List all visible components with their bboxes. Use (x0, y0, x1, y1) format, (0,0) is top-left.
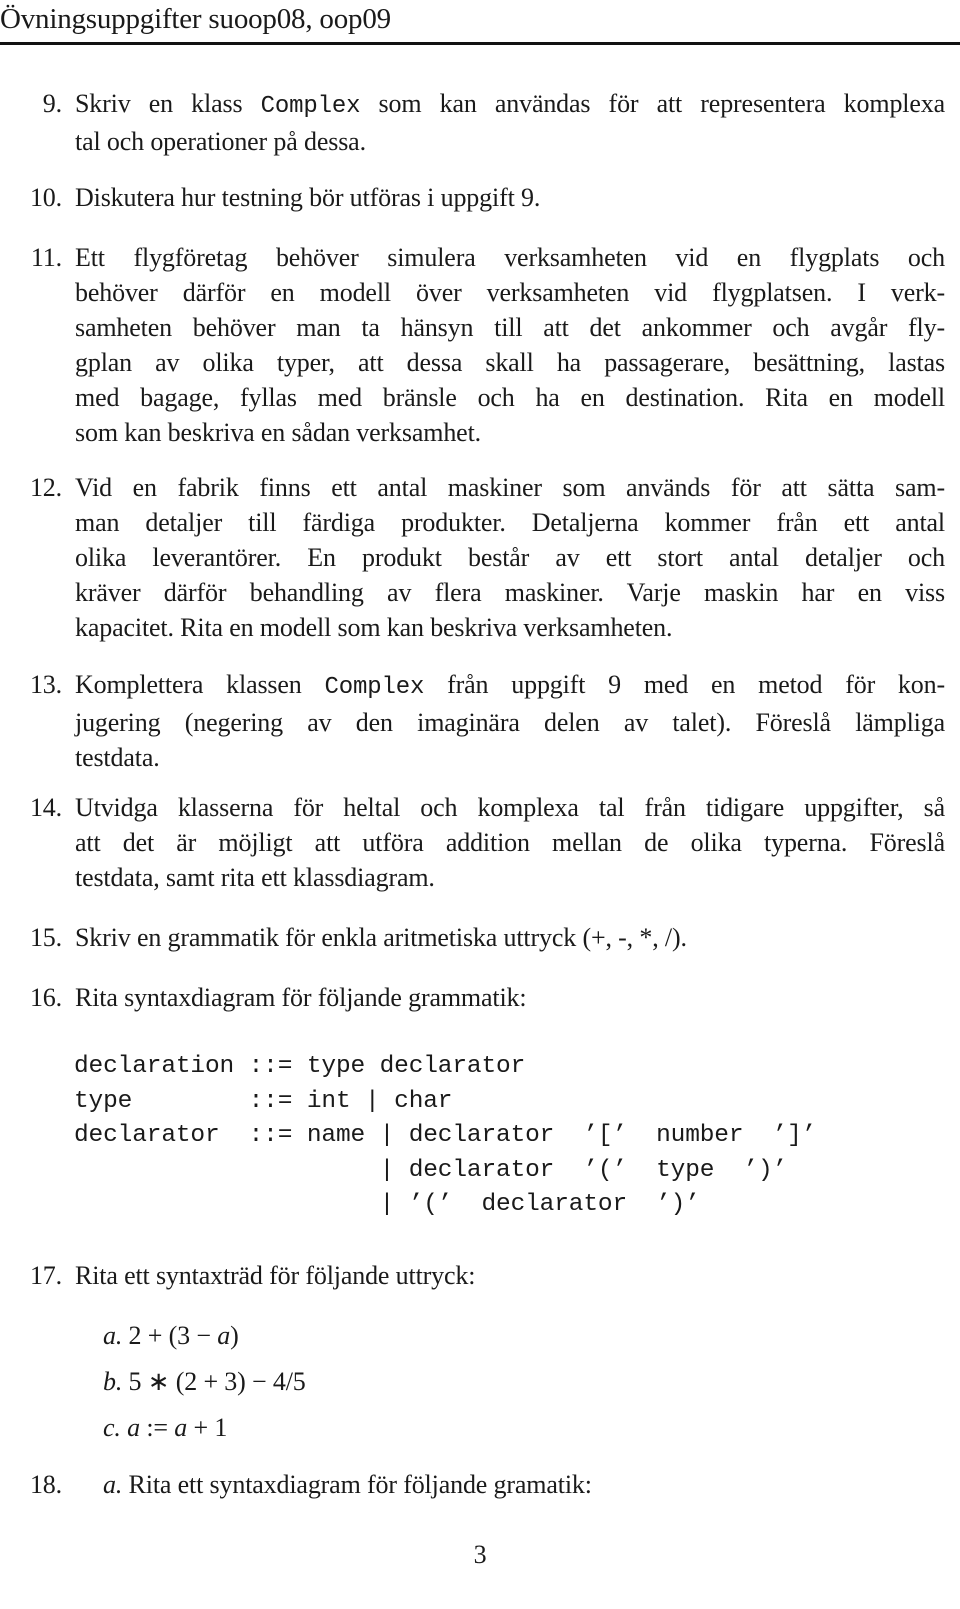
exercise-number: 13. (29, 670, 62, 699)
sub-label: a. (103, 1470, 123, 1499)
exercise-text: Skriv en klass Complex som kan användas … (75, 86, 945, 159)
exercise-number: 10. (29, 183, 62, 212)
text-line: Komplettera klassen Complex från uppgift… (75, 670, 945, 701)
page-header: Övningsuppgifter suoop08, oop09 (0, 0, 960, 45)
text-line: Rita syntaxdiagram för följande grammati… (75, 983, 527, 1012)
text-line: att det är möjligt att utföra addition m… (75, 828, 945, 857)
exercise-text: Skriv en grammatik för enkla aritmetiska… (75, 920, 945, 955)
grammar-rule: declarator ::= name | declarator ’[’ num… (74, 1122, 817, 1149)
text-line: gplan av olika typer, att dessa skall ha… (75, 348, 945, 377)
text-line: tal och operationer på dessa. (75, 127, 366, 156)
grammar-rule: | ’(’ declarator ’)’ (74, 1191, 700, 1218)
text-line: behöver därför en modell över verksamhet… (75, 278, 945, 307)
text-line: testdata. (75, 743, 160, 772)
expression-label: a. (103, 1321, 123, 1350)
grammar-rule: declaration ::= type declarator (74, 1053, 526, 1080)
exercise-number: 12. (29, 473, 62, 502)
expression-math: a := a + 1 (127, 1413, 228, 1442)
page-number: 3 (473, 1540, 487, 1569)
expression-item: b. 5 ∗ (2 + 3) − 4/5 (103, 1364, 306, 1399)
expression-label: b. (103, 1367, 123, 1396)
exercise-text: Diskutera hur testning bör utföras i upp… (75, 180, 945, 215)
expression-item: c. a := a + 1 (103, 1410, 227, 1445)
text-line: Vid en fabrik finns ett antal maskiner s… (75, 473, 945, 502)
text-line: kapacitet. Rita en modell som kan beskri… (75, 613, 673, 642)
text-line: samheten behöver man ta hänsyn till att … (75, 313, 945, 342)
text-line: olika leverantörer. En produkt består av… (75, 543, 945, 572)
text-line: med bagage, fyllas med bränsle och ha en… (75, 383, 945, 412)
exercise-text: Rita syntaxdiagram för följande grammati… (75, 980, 945, 1015)
text-line: testdata, samt rita ett klassdiagram. (75, 863, 435, 892)
exercise-text: Rita ett syntaxträd för följande uttryck… (75, 1258, 945, 1293)
text-line: man detaljer till färdiga produkter. Det… (75, 508, 945, 537)
exercise-text: Utvidga klasserna för heltal och komplex… (75, 790, 945, 895)
expression-item: a. 2 + (3 − a) (103, 1318, 239, 1353)
grammar-block: declaration ::= type declaratortype ::= … (74, 1050, 816, 1223)
exercise-number: 18. (29, 1470, 62, 1499)
text-line: Skriv en klass Complex som kan användas … (75, 89, 946, 120)
grammar-rule: type ::= int | char (74, 1087, 453, 1115)
exercise-text: Ett flygföretag behöver simulera verksam… (75, 240, 945, 450)
text-line: kräver därför behandling av flera maskin… (75, 578, 945, 607)
text-line: Utvidga klasserna för heltal och komplex… (75, 793, 945, 822)
code-identifier: Complex (324, 674, 425, 701)
exercise-number: 11. (30, 243, 62, 272)
exercise-text: a. Rita ett syntaxdiagram för följande g… (103, 1467, 960, 1502)
grammar-rule: | declarator ’(’ type ’)’ (74, 1156, 788, 1184)
exercise-text: Vid en fabrik finns ett antal maskiner s… (75, 470, 945, 645)
exercise-number: 15. (29, 923, 62, 952)
exercise-number: 16. (29, 983, 62, 1012)
expression-label: c. (103, 1413, 121, 1442)
expression-math: 2 + (3 − a) (122, 1321, 239, 1350)
text-line: jugering (negering av den imaginära dele… (75, 708, 945, 737)
code-identifier: Complex (260, 93, 361, 120)
exercise-number: 17. (29, 1261, 62, 1290)
page-title: Övningsuppgifter suoop08, oop09 (0, 3, 391, 35)
exercise-text: Komplettera klassen Complex från uppgift… (75, 667, 945, 775)
text-line: Ett flygföretag behöver simulera verksam… (75, 243, 945, 272)
exercise-number: 9. (42, 89, 62, 118)
text-line: a. Rita ett syntaxdiagram för följande g… (103, 1470, 592, 1499)
text-line: som kan beskriva en sådan verksamhet. (75, 418, 481, 447)
text-line: Skriv en grammatik för enkla aritmetiska… (75, 923, 687, 952)
expression-math: 5 ∗ (2 + 3) − 4/5 (122, 1367, 306, 1396)
text-line: Rita ett syntaxträd för följande uttryck… (75, 1261, 476, 1290)
exercise-number: 14. (29, 793, 62, 822)
text-line: Diskutera hur testning bör utföras i upp… (75, 183, 541, 212)
